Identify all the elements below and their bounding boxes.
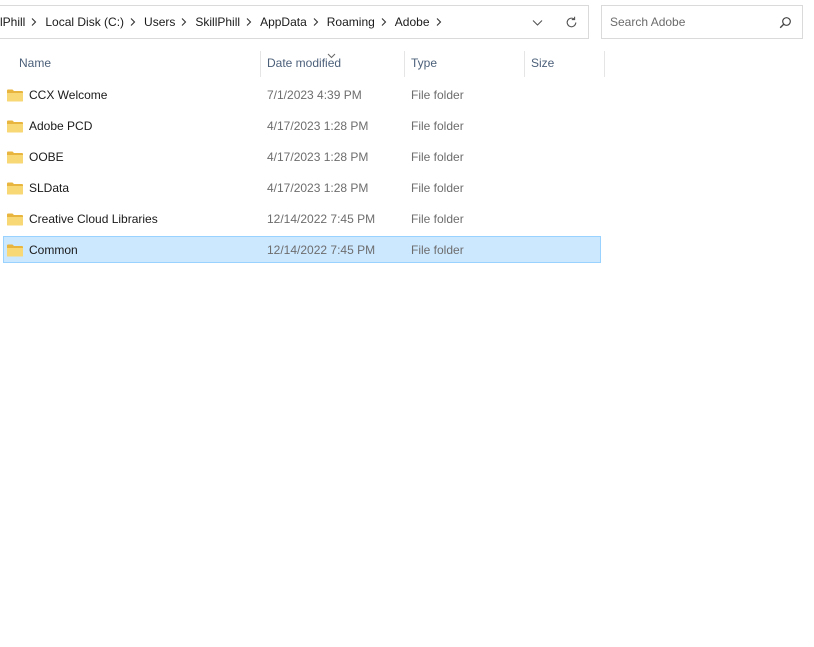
column-divider[interactable] (524, 51, 525, 77)
search-input[interactable]: Search Adobe (602, 15, 768, 29)
file-type: File folder (411, 87, 464, 102)
file-type: File folder (411, 242, 464, 257)
breadcrumb-item-adobe[interactable]: Adobe (391, 6, 432, 38)
column-divider[interactable] (260, 51, 261, 77)
column-header-name[interactable]: Name (19, 49, 51, 77)
file-date: 4/17/2023 1:28 PM (267, 149, 369, 164)
file-date: 12/14/2022 7:45 PM (267, 242, 376, 257)
breadcrumb-item-appdata[interactable]: AppData (256, 6, 309, 38)
file-type: File folder (411, 211, 464, 226)
file-name: Creative Cloud Libraries (29, 211, 158, 226)
file-name: SLData (29, 180, 70, 195)
file-name: OOBE (29, 149, 64, 164)
column-header-size[interactable]: Size (531, 49, 554, 77)
list-item[interactable]: Adobe PCD 4/17/2023 1:28 PM File folder (3, 112, 601, 139)
file-date: 4/17/2023 1:28 PM (267, 118, 369, 133)
folder-icon (7, 213, 23, 225)
breadcrumb-item-roaming[interactable]: Roaming (323, 6, 377, 38)
chevron-right-icon[interactable] (27, 6, 41, 38)
chevron-right-icon[interactable] (242, 6, 256, 38)
breadcrumb-item-skillphill[interactable]: SkillPhill (191, 6, 242, 38)
chevron-right-icon[interactable] (309, 6, 323, 38)
breadcrumb-item-local-disk[interactable]: Local Disk (C:) (41, 6, 126, 38)
file-name: Common (29, 242, 78, 257)
file-name: CCX Welcome (29, 87, 108, 102)
file-type: File folder (411, 118, 464, 133)
folder-icon (7, 182, 23, 194)
file-type: File folder (411, 180, 464, 195)
list-item[interactable]: Creative Cloud Libraries 12/14/2022 7:45… (3, 205, 601, 232)
file-date: 4/17/2023 1:28 PM (267, 180, 369, 195)
folder-icon (7, 89, 23, 101)
column-header-row: Name Date modified Type Size (0, 49, 605, 77)
folder-icon (7, 151, 23, 163)
search-icon (779, 16, 791, 28)
list-item[interactable]: CCX Welcome 7/1/2023 4:39 PM File folder (3, 81, 601, 108)
search-box[interactable]: Search Adobe (601, 5, 803, 39)
column-header-type[interactable]: Type (411, 49, 437, 77)
file-date: 7/1/2023 4:39 PM (267, 87, 362, 102)
search-button[interactable] (768, 6, 802, 38)
file-type: File folder (411, 149, 464, 164)
breadcrumb-item-users[interactable]: Users (140, 6, 177, 38)
list-item-selected[interactable]: Common 12/14/2022 7:45 PM File folder (3, 236, 601, 263)
chevron-down-icon (532, 19, 542, 26)
list-item[interactable]: SLData 4/17/2023 1:28 PM File folder (3, 174, 601, 201)
chevron-right-icon[interactable] (126, 6, 140, 38)
column-divider[interactable] (404, 51, 405, 77)
column-header-date-modified[interactable]: Date modified (267, 49, 341, 77)
column-divider[interactable] (604, 51, 605, 77)
file-date: 12/14/2022 7:45 PM (267, 211, 376, 226)
breadcrumb-item-user-partial[interactable]: lPhill (0, 6, 27, 38)
breadcrumb: lPhill Local Disk (C:) Users SkillPhill … (0, 6, 446, 38)
chevron-right-icon[interactable] (177, 6, 191, 38)
folder-icon (7, 244, 23, 256)
refresh-icon (566, 16, 576, 27)
chevron-right-icon[interactable] (377, 6, 391, 38)
chevron-right-icon[interactable] (432, 6, 446, 38)
list-item[interactable]: OOBE 4/17/2023 1:28 PM File folder (3, 143, 601, 170)
file-name: Adobe PCD (29, 118, 93, 133)
address-bar[interactable]: lPhill Local Disk (C:) Users SkillPhill … (0, 5, 589, 39)
address-history-dropdown[interactable] (520, 6, 554, 38)
refresh-button[interactable] (554, 6, 588, 38)
folder-icon (7, 120, 23, 132)
